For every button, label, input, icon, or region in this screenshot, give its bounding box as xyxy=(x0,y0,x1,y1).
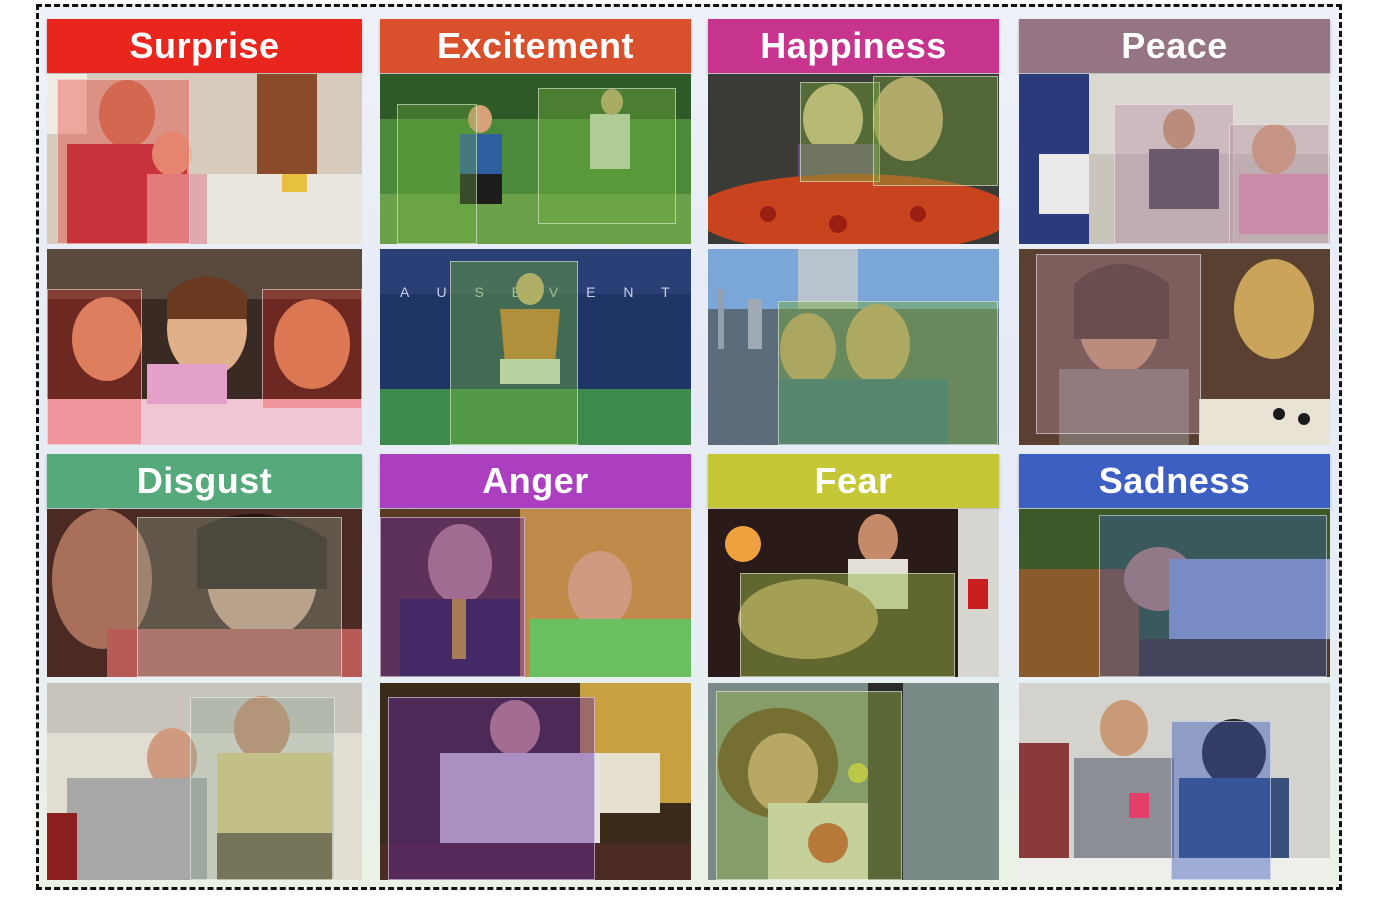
photo-disgust-2 xyxy=(47,683,362,880)
photo-fear-2 xyxy=(708,683,999,880)
photo-sadness-2 xyxy=(1019,683,1330,880)
detection-box xyxy=(137,517,342,677)
detection-box xyxy=(380,517,525,677)
detection-box xyxy=(57,79,190,244)
detection-box xyxy=(1036,254,1201,434)
detection-box xyxy=(800,82,880,182)
photo-anger-2 xyxy=(380,683,691,880)
photo-peace-1 xyxy=(1019,74,1330,244)
panel-happiness: Happiness xyxy=(708,19,999,445)
photo-peace-2 xyxy=(1019,249,1330,445)
detection-box xyxy=(1171,721,1271,880)
detection-box xyxy=(47,289,142,445)
emotion-label-excitement: Excitement xyxy=(380,19,691,73)
detection-box xyxy=(1114,104,1234,244)
detection-box xyxy=(740,573,955,677)
emotion-label-anger: Anger xyxy=(380,454,691,508)
emotion-label-disgust: Disgust xyxy=(47,454,362,508)
detection-box xyxy=(1099,515,1327,677)
panel-surprise: Surprise xyxy=(47,19,362,445)
panel-anger: Anger xyxy=(380,454,691,880)
emotion-label-surprise: Surprise xyxy=(47,19,362,73)
panel-excitement: Excitement A U S E V E N T xyxy=(380,19,691,445)
photo-anger-1 xyxy=(380,509,691,677)
photo-excitement-2: A U S E V E N T xyxy=(380,249,691,445)
photo-surprise-1 xyxy=(47,74,362,244)
panel-sadness: Sadness xyxy=(1019,454,1330,880)
detection-box xyxy=(450,261,578,445)
photo-surprise-2 xyxy=(47,249,362,445)
emotion-label-sadness: Sadness xyxy=(1019,454,1330,508)
photo-fear-1 xyxy=(708,509,999,677)
detection-box xyxy=(1229,124,1329,244)
detection-box xyxy=(538,88,676,224)
detection-box xyxy=(190,697,335,880)
photo-disgust-1 xyxy=(47,509,362,677)
emotion-label-happiness: Happiness xyxy=(708,19,999,73)
panel-disgust: Disgust xyxy=(47,454,362,880)
detection-box xyxy=(388,697,595,880)
photo-happiness-1 xyxy=(708,74,999,244)
emotion-label-peace: Peace xyxy=(1019,19,1330,73)
photo-sadness-1 xyxy=(1019,509,1330,677)
detection-box xyxy=(262,289,362,409)
detection-box xyxy=(778,301,998,445)
photo-excitement-1 xyxy=(380,74,691,244)
detection-box xyxy=(873,76,998,186)
detection-box xyxy=(397,104,477,244)
panel-peace: Peace xyxy=(1019,19,1330,445)
emotion-label-fear: Fear xyxy=(708,454,999,508)
detection-box xyxy=(716,691,902,880)
panel-fear: Fear xyxy=(708,454,999,880)
photo-happiness-2 xyxy=(708,249,999,445)
